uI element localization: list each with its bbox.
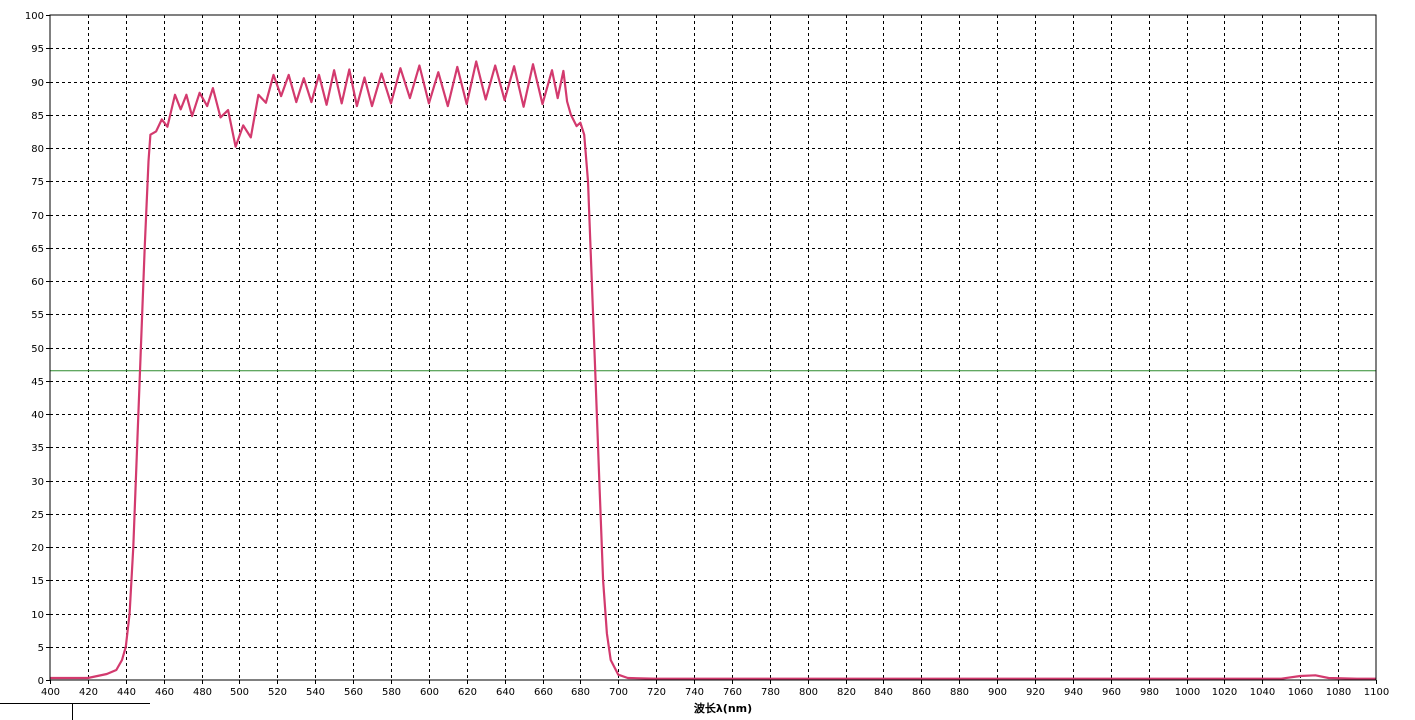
grid-lines bbox=[50, 15, 1376, 680]
x-tick-label: 1040 bbox=[1250, 687, 1275, 698]
x-tick-label: 700 bbox=[609, 687, 628, 698]
x-tick-label: 540 bbox=[306, 687, 325, 698]
x-tick-label: 520 bbox=[268, 687, 287, 698]
x-tick-label: 680 bbox=[571, 687, 590, 698]
x-tick-label: 1060 bbox=[1288, 687, 1313, 698]
x-tick-label: 480 bbox=[193, 687, 212, 698]
x-tick-label: 720 bbox=[647, 687, 666, 698]
x-tick-labels: 400 420 440 460 480 500 520 540 560 580 600 620 640 6… bbox=[41, 680, 1389, 698]
y-tick-label: 40 bbox=[31, 410, 44, 421]
y-tick-label: 35 bbox=[31, 443, 44, 454]
x-tick-label: 400 bbox=[41, 687, 60, 698]
y-tick-label: 85 bbox=[31, 111, 44, 122]
x-tick-label: 460 bbox=[155, 687, 174, 698]
series-line bbox=[50, 60, 1376, 680]
y-tick-label: 65 bbox=[31, 244, 44, 255]
y-tick-label: 50 bbox=[31, 344, 44, 355]
x-tick-label: 920 bbox=[1026, 687, 1045, 698]
x-tick-label: 800 bbox=[799, 687, 818, 698]
x-tick-label: 860 bbox=[912, 687, 931, 698]
x-tick-label: 620 bbox=[458, 687, 477, 698]
x-axis-label: 波长λ(nm) bbox=[694, 701, 752, 715]
x-tick-label: 960 bbox=[1102, 687, 1121, 698]
x-tick-label: 500 bbox=[230, 687, 249, 698]
y-tick-label: 45 bbox=[31, 377, 44, 388]
x-tick-label: 1000 bbox=[1175, 687, 1200, 698]
y-tick-label: 80 bbox=[31, 144, 44, 155]
y-tick-label: 60 bbox=[31, 277, 44, 288]
y-tick-label: 5 bbox=[38, 643, 44, 654]
x-tick-label: 580 bbox=[382, 687, 401, 698]
y-tick-labels: 0 5 10 15 20 25 30 35 40 45 50 55 60 65 70 75 80 85 90 95 10… bbox=[25, 11, 50, 687]
y-tick-label: 70 bbox=[31, 211, 44, 222]
y-tick-label: 100 bbox=[25, 11, 44, 22]
x-tick-label: 980 bbox=[1140, 687, 1159, 698]
x-tick-label: 900 bbox=[988, 687, 1007, 698]
x-tick-label: 1080 bbox=[1326, 687, 1351, 698]
x-tick-label: 940 bbox=[1064, 687, 1083, 698]
y-tick-label: 15 bbox=[31, 576, 44, 587]
x-tick-label: 880 bbox=[950, 687, 969, 698]
x-tick-label: 660 bbox=[534, 687, 553, 698]
y-tick-label: 20 bbox=[31, 543, 44, 554]
x-tick-label: 820 bbox=[837, 687, 856, 698]
x-tick-label: 840 bbox=[874, 687, 893, 698]
y-tick-label: 0 bbox=[38, 676, 44, 687]
y-tick-label: 30 bbox=[31, 477, 44, 488]
y-tick-label: 55 bbox=[31, 310, 44, 321]
x-tick-label: 1020 bbox=[1212, 687, 1237, 698]
x-tick-label: 600 bbox=[420, 687, 439, 698]
y-tick-label: 90 bbox=[31, 78, 44, 89]
y-tick-label: 10 bbox=[31, 610, 44, 621]
x-tick-label: 1100 bbox=[1364, 687, 1389, 698]
x-tick-label: 640 bbox=[496, 687, 515, 698]
y-tick-label: 75 bbox=[31, 177, 44, 188]
x-tick-label: 560 bbox=[344, 687, 363, 698]
x-tick-label: 420 bbox=[79, 687, 98, 698]
transmission-chart: 0 5 10 15 20 25 30 35 40 45 50 55 60 65 70 75 80 85 90 95 10… bbox=[0, 11, 1389, 720]
x-tick-label: 760 bbox=[723, 687, 742, 698]
x-tick-label: 740 bbox=[685, 687, 704, 698]
x-tick-label: 440 bbox=[117, 687, 136, 698]
y-tick-label: 95 bbox=[31, 44, 44, 55]
y-tick-label: 25 bbox=[31, 510, 44, 521]
x-tick-label: 780 bbox=[761, 687, 780, 698]
